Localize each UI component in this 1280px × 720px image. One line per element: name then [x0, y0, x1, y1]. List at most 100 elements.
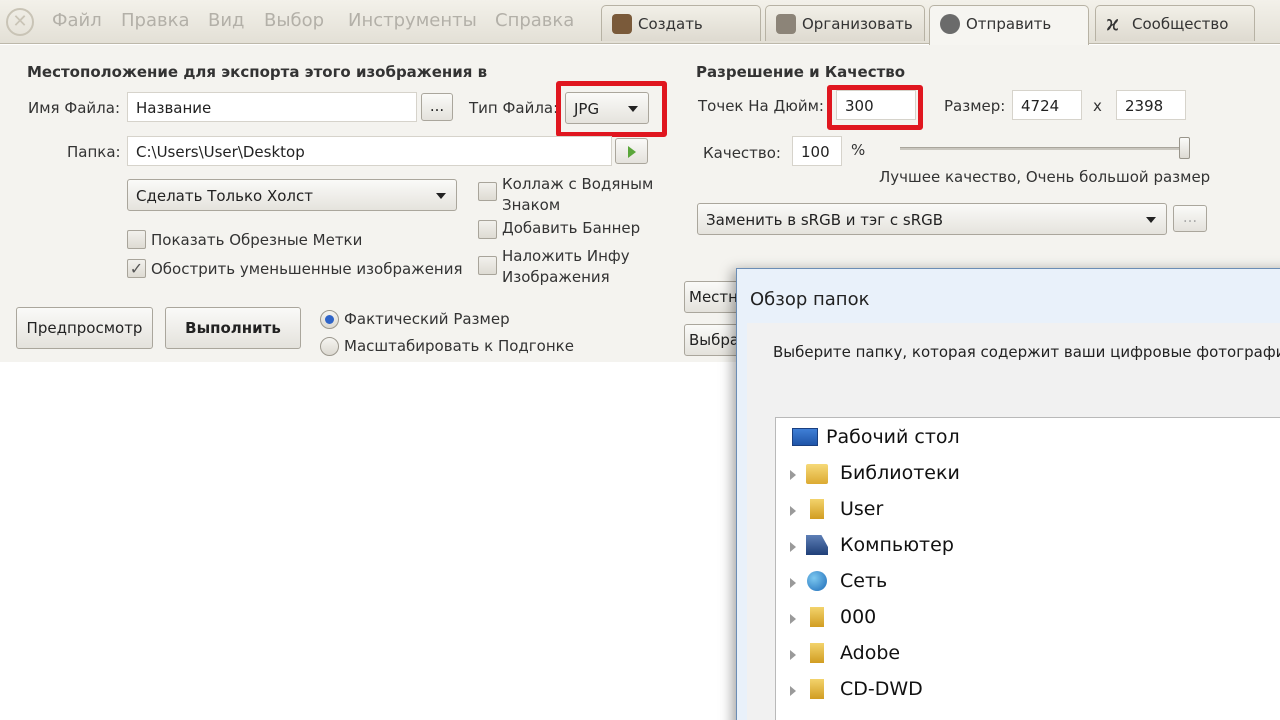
quality-percent: % — [851, 141, 866, 159]
tree-item-user[interactable]: User — [790, 496, 990, 526]
chevron-down-icon — [436, 193, 446, 199]
filetype-label: Тип Файла: — [469, 99, 559, 117]
computer-icon — [806, 535, 828, 555]
tree-item-label: Сеть — [840, 570, 888, 592]
location-button-partial[interactable]: Местн — [684, 281, 744, 313]
create-icon — [612, 14, 632, 34]
tree-item-network[interactable]: Сеть — [790, 568, 990, 598]
quality-hint: Лучшее качество, Очень большой размер — [879, 168, 1211, 186]
expand-arrow-icon — [790, 686, 796, 696]
preview-button[interactable]: Предпросмотр — [16, 307, 153, 349]
dialog-instruction: Выберите папку, которая содержит ваши ци… — [773, 343, 1280, 361]
width-input[interactable]: 4724 — [1012, 90, 1082, 120]
expand-arrow-icon — [790, 506, 796, 516]
overlay-info-label-2: Изображения — [502, 268, 610, 286]
filetype-highlight — [556, 81, 667, 137]
folder-go-button[interactable] — [615, 138, 648, 164]
tree-item-label: CD-DWD — [840, 678, 923, 700]
chevron-down-icon — [1146, 217, 1156, 223]
expand-arrow-icon — [790, 542, 796, 552]
filename-input[interactable]: Название — [127, 92, 417, 122]
folder-input[interactable]: C:\Users\User\Desktop — [127, 136, 612, 166]
filename-browse-button[interactable]: ... — [421, 93, 453, 121]
add-banner-label: Добавить Баннер — [502, 219, 641, 237]
desktop-icon — [792, 428, 818, 446]
tree-item-label: Компьютер — [840, 534, 954, 556]
expand-arrow-icon — [790, 578, 796, 588]
tree-item-label: Библиотеки — [840, 462, 960, 484]
network-icon — [807, 571, 827, 591]
tab-create[interactable]: Создать — [601, 5, 761, 41]
tree-item-computer[interactable]: Компьютер — [790, 532, 990, 562]
scale-to-fit-label: Масштабировать к Подгонке — [344, 337, 574, 355]
tree-item-label: User — [840, 498, 884, 520]
share-icon — [940, 14, 960, 34]
add-banner-checkbox[interactable] — [478, 220, 497, 239]
folder-icon — [810, 643, 824, 663]
folder-label: Папка: — [67, 143, 121, 161]
scale-to-fit-radio[interactable] — [320, 337, 339, 356]
menu-help[interactable]: Справка — [495, 10, 574, 31]
expand-arrow-icon — [790, 614, 796, 624]
filename-label: Имя Файла: — [28, 99, 121, 117]
tab-community[interactable]: ϰ Сообщество — [1095, 5, 1255, 41]
run-button[interactable]: Выполнить — [165, 307, 301, 349]
crop-marks-checkbox[interactable] — [127, 230, 146, 249]
browse-folders-dialog: Обзор папок Выберите папку, которая соде… — [736, 268, 1280, 720]
tree-item-libraries[interactable]: Библиотеки — [790, 460, 990, 490]
actual-size-radio[interactable] — [320, 310, 339, 329]
tree-item-folder-000[interactable]: 000 — [790, 604, 990, 634]
tab-share-label: Отправить — [966, 15, 1052, 33]
dialog-title: Обзор папок — [750, 289, 870, 310]
export-section-title: Местоположение для экспорта этого изобра… — [27, 63, 488, 81]
folder-icon — [810, 607, 824, 627]
height-input[interactable]: 2398 — [1116, 90, 1186, 120]
tree-item-label: Adobe — [840, 642, 901, 664]
menu-bar: ✕ Файл Правка Вид Выбор Инструменты Спра… — [0, 0, 1280, 45]
size-label: Размер: — [944, 97, 1006, 115]
color-profile-select[interactable]: Заменить в sRGB и тэг с sRGB — [697, 203, 1167, 235]
tab-create-label: Создать — [638, 15, 703, 33]
expand-arrow-icon — [790, 650, 796, 660]
menu-file[interactable]: Файл — [52, 10, 102, 31]
sharpen-checkbox[interactable]: ✓ — [127, 259, 146, 278]
expand-arrow-icon — [790, 470, 796, 480]
watermark-collage-label-2: Знаком — [502, 196, 561, 214]
tab-organize-label: Организовать — [802, 15, 913, 33]
app-window: ✕ Файл Правка Вид Выбор Инструменты Спра… — [0, 0, 1280, 720]
menu-edit[interactable]: Правка — [121, 10, 190, 31]
overlay-info-checkbox[interactable] — [478, 256, 497, 275]
folder-tree[interactable]: Рабочий стол Библиотеки User Компьютер С… — [775, 417, 1280, 720]
community-icon: ϰ — [1106, 11, 1120, 35]
quality-input[interactable]: 100 — [792, 136, 842, 166]
size-x-label: x — [1093, 97, 1102, 115]
color-profile-more-button[interactable]: ... — [1173, 205, 1207, 232]
sharpen-label: Обострить уменьшенные изображения — [151, 260, 463, 278]
menu-select[interactable]: Выбор — [264, 10, 324, 31]
tree-item-folder-cd-dwd[interactable]: CD-DWD — [790, 676, 990, 706]
tree-item-folder-adobe[interactable]: Adobe — [790, 640, 990, 670]
dpi-highlight — [827, 85, 923, 130]
tab-organize[interactable]: Организовать — [765, 5, 925, 41]
app-logo-icon[interactable]: ✕ — [6, 8, 34, 36]
resolution-section-title: Разрешение и Качество — [696, 63, 906, 81]
folder-icon — [810, 679, 824, 699]
overlay-info-label-1: Наложить Инфу — [502, 247, 630, 265]
tab-share[interactable]: Отправить — [929, 5, 1089, 45]
canvas-mode-value: Сделать Только Холст — [136, 187, 313, 205]
watermark-collage-checkbox[interactable] — [478, 182, 497, 201]
menu-tools[interactable]: Инструменты — [348, 10, 477, 31]
tree-item-desktop[interactable]: Рабочий стол — [790, 424, 990, 454]
quality-slider-thumb[interactable] — [1179, 137, 1190, 159]
select-button-partial[interactable]: Выбра — [684, 324, 744, 356]
menu-view[interactable]: Вид — [208, 10, 245, 31]
play-icon — [628, 146, 636, 158]
dialog-body: Выберите папку, которая содержит ваши ци… — [747, 323, 1280, 720]
crop-marks-label: Показать Обрезные Метки — [151, 231, 363, 249]
color-profile-value: Заменить в sRGB и тэг с sRGB — [706, 211, 944, 229]
canvas-mode-select[interactable]: Сделать Только Холст — [127, 179, 457, 211]
watermark-collage-label-1: Коллаж с Водяным — [502, 175, 654, 193]
libraries-icon — [806, 464, 828, 484]
tree-item-label: 000 — [840, 606, 877, 628]
quality-slider-track[interactable] — [900, 147, 1190, 150]
